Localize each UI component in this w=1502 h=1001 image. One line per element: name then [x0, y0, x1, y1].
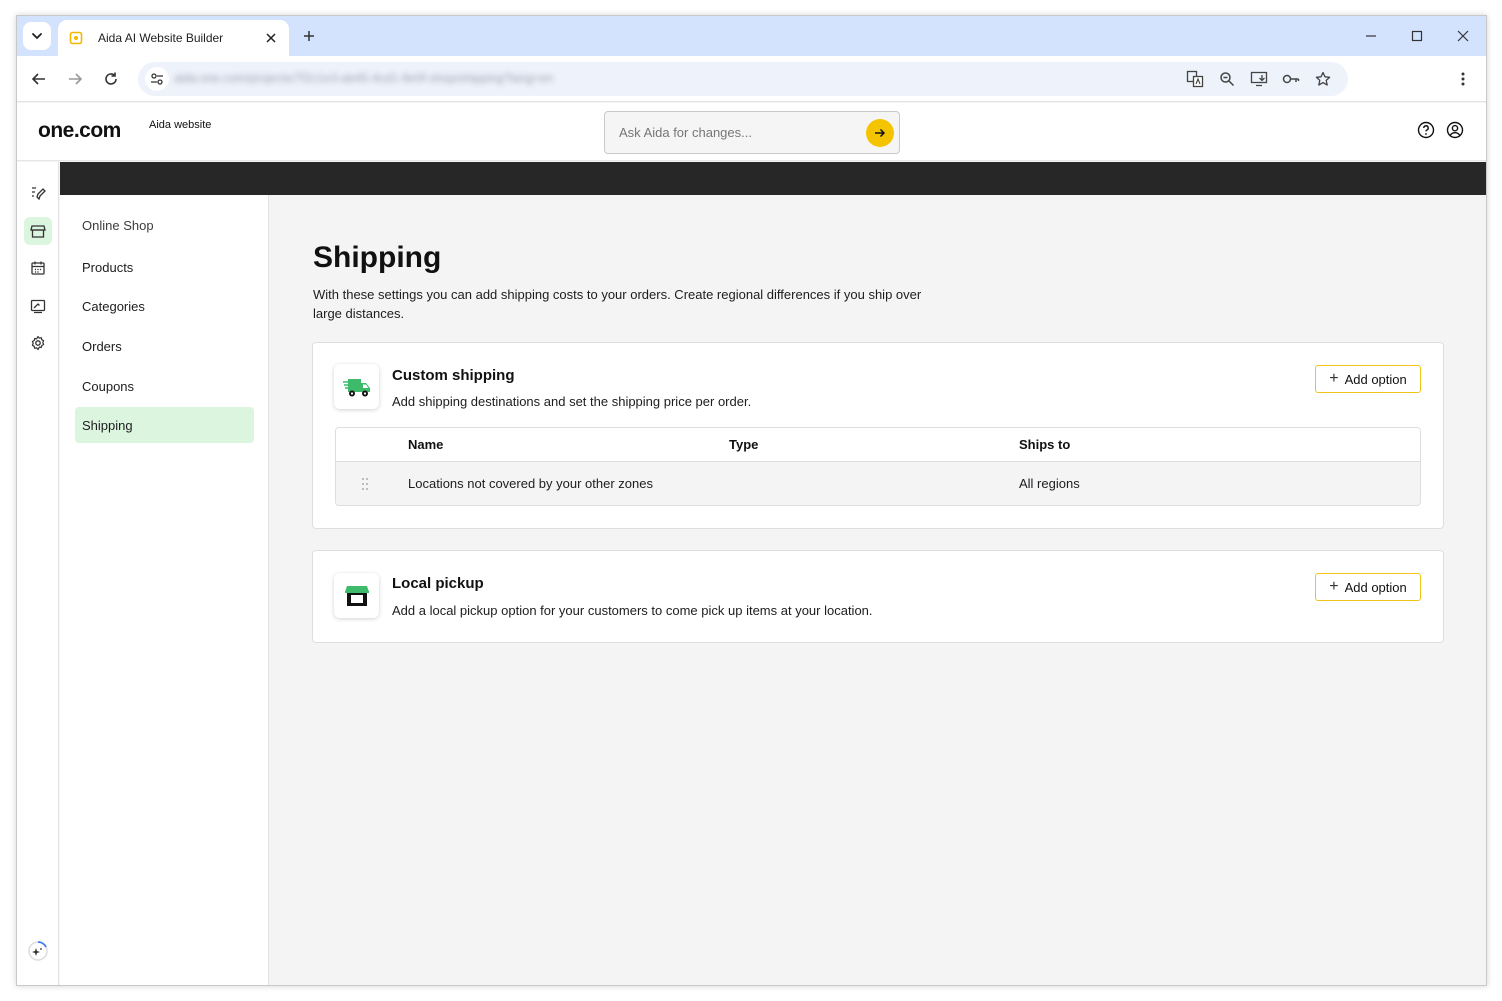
sidenav-item-label: Products: [82, 259, 134, 275]
sidenav-item-label: Orders: [82, 338, 122, 354]
delivery-truck-icon: [334, 364, 379, 409]
plus-icon: +: [1329, 578, 1339, 595]
arrow-right-icon: [875, 128, 886, 138]
maximize-button[interactable]: [1397, 22, 1437, 50]
cell-name: Locations not covered by your other zone…: [408, 476, 653, 491]
tab-title: Aida AI Website Builder: [98, 31, 224, 45]
ask-aida-send-button[interactable]: [866, 119, 894, 147]
password-key-icon[interactable]: [1279, 67, 1303, 91]
drag-handle-icon[interactable]: [360, 475, 370, 493]
rail-settings[interactable]: [24, 329, 52, 357]
reload-icon: [105, 72, 117, 85]
sidenav-item-label: Categories: [82, 298, 145, 314]
address-bar[interactable]: aida.one.com/projects/7f2c1e3-ab45-4cd1-…: [138, 62, 1348, 96]
add-custom-shipping-option-button[interactable]: + Add option: [1315, 365, 1421, 393]
settings-icon: [31, 335, 45, 351]
button-label: Add option: [1344, 371, 1407, 387]
help-icon[interactable]: [1415, 119, 1437, 141]
chevron-down-icon: [32, 33, 42, 40]
card-title: Custom shipping: [392, 367, 515, 384]
site-settings-icon[interactable]: [145, 67, 169, 91]
translate-icon[interactable]: [1183, 67, 1207, 91]
shipping-zones-table: Name Type Ships to Locations not covered…: [335, 427, 1421, 506]
tab-strip: Aida AI Website Builder: [17, 16, 1486, 56]
aida-favicon-icon: [68, 30, 84, 46]
left-rail: [17, 162, 59, 985]
forward-arrow-icon: [69, 73, 83, 85]
minimize-icon: [1366, 35, 1376, 37]
rail-shop[interactable]: [24, 217, 52, 245]
app-header: one.com Aida website: [17, 103, 1486, 161]
blog-icon: [30, 299, 46, 314]
maximize-icon: [1411, 30, 1423, 42]
plus-icon: +: [1329, 370, 1339, 387]
reload-button[interactable]: [97, 65, 125, 93]
main-content: Shipping With these settings you can add…: [270, 195, 1486, 985]
ask-aida-box: [604, 111, 900, 154]
minimize-button[interactable]: [1351, 22, 1391, 50]
forward-button[interactable]: [61, 65, 89, 93]
more-vert-icon: [1461, 72, 1465, 86]
sidenav-item-categories[interactable]: Categories: [75, 288, 254, 324]
browser-menu-button[interactable]: [1451, 65, 1475, 93]
calendar-icon: [31, 261, 45, 275]
table-row[interactable]: Locations not covered by your other zone…: [336, 462, 1420, 505]
rail-calendar[interactable]: [24, 254, 52, 282]
editor-top-bar: [60, 162, 1486, 195]
card-description: Add shipping destinations and set the sh…: [392, 394, 752, 409]
zoom-icon[interactable]: [1215, 67, 1239, 91]
sidenav-item-coupons[interactable]: Coupons: [75, 368, 254, 404]
rail-edit[interactable]: [24, 179, 52, 207]
back-arrow-icon: [31, 73, 45, 85]
tab-search-button[interactable]: [23, 22, 51, 50]
close-window-button[interactable]: [1443, 22, 1483, 50]
new-tab-button[interactable]: [299, 26, 319, 46]
shop-sidenav: Online Shop Products Categories Orders C…: [60, 195, 269, 985]
browser-toolbar: aida.one.com/projects/7f2c1e3-ab45-4cd1-…: [17, 56, 1486, 102]
sidenav-item-label: Coupons: [82, 378, 135, 394]
sidenav-item-label: Shipping: [82, 417, 133, 433]
browser-tab[interactable]: Aida AI Website Builder: [58, 20, 289, 56]
column-header-name: Name: [408, 437, 444, 452]
custom-shipping-card: Custom shipping Add shipping destination…: [312, 342, 1444, 529]
ai-sparkle-icon: [28, 941, 48, 961]
shop-icon: [30, 225, 46, 238]
button-label: Add option: [1344, 579, 1407, 595]
page-description: With these settings you can add shipping…: [313, 287, 922, 321]
logo[interactable]: one.com: [38, 119, 121, 143]
sidenav-item-shipping[interactable]: Shipping: [75, 407, 254, 443]
site-name: Aida website: [149, 119, 212, 131]
bookmark-star-icon[interactable]: [1311, 67, 1335, 91]
column-header-ships-to: Ships to: [1019, 437, 1071, 452]
edit-icon: [32, 187, 46, 201]
tab-close-icon[interactable]: [263, 30, 279, 46]
card-description: Add a local pickup option for your custo…: [392, 603, 873, 618]
local-pickup-card: Local pickup Add a local pickup option f…: [312, 550, 1444, 643]
store-icon: [334, 573, 379, 618]
plus-icon: [304, 31, 314, 41]
sidenav-item-products[interactable]: Products: [75, 249, 254, 285]
back-button[interactable]: [25, 65, 53, 93]
table-header: Name Type Ships to: [336, 428, 1420, 462]
rail-blog[interactable]: [24, 292, 52, 320]
browser-window: Aida AI Website Builder aida.one.com/pro…: [16, 15, 1487, 986]
rail-ai-assistant[interactable]: [24, 937, 52, 965]
sidenav-title: Online Shop: [82, 218, 154, 233]
close-icon: [1457, 30, 1469, 42]
account-icon[interactable]: [1444, 119, 1466, 141]
column-header-type: Type: [729, 437, 759, 452]
page-title: Shipping: [313, 241, 442, 274]
install-app-icon[interactable]: [1247, 67, 1271, 91]
add-local-pickup-option-button[interactable]: + Add option: [1315, 573, 1421, 601]
sidenav-item-orders[interactable]: Orders: [75, 328, 254, 364]
card-title: Local pickup: [392, 575, 484, 592]
cell-ships-to: All regions: [1019, 476, 1080, 491]
ask-aida-input[interactable]: [619, 125, 849, 140]
url-text: aida.one.com/projects/7f2c1e3-ab45-4cd1-…: [174, 71, 554, 85]
